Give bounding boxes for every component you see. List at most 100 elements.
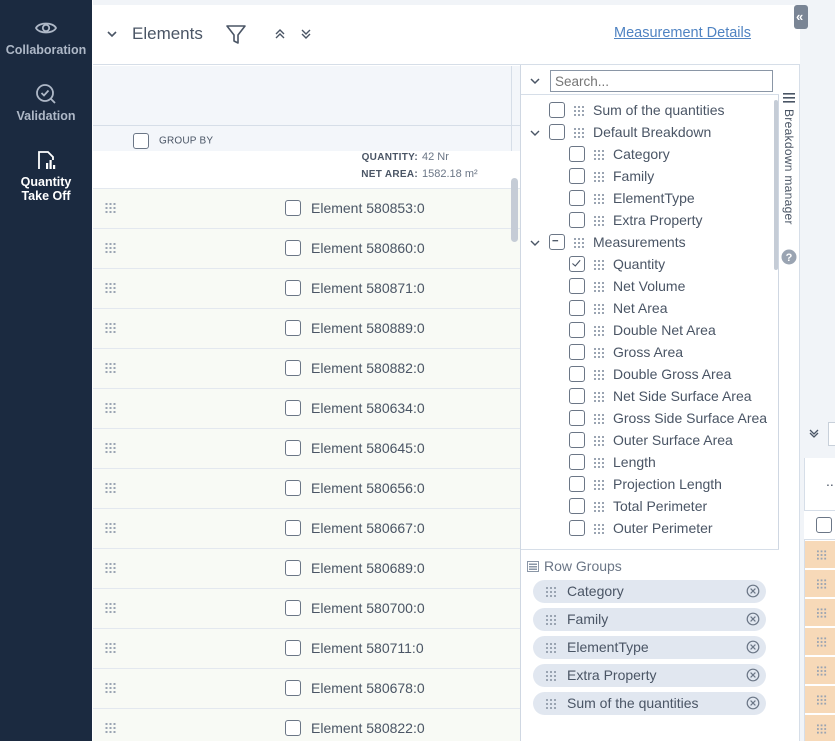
row-checkbox[interactable] — [285, 480, 301, 496]
help-icon[interactable]: ? — [781, 249, 797, 265]
tree-checkbox[interactable] — [569, 410, 585, 426]
tree-item[interactable]: Sum of the quantities — [529, 100, 777, 122]
remove-circle-icon[interactable] — [746, 696, 760, 710]
tree-item[interactable]: Gross Side Surface Area — [529, 408, 777, 430]
tree-item[interactable]: Net Side Surface Area — [529, 386, 777, 408]
drag-handle-icon[interactable] — [594, 414, 605, 424]
secondary-row[interactable] — [805, 657, 835, 685]
row-checkbox[interactable] — [285, 640, 301, 656]
tree-checkbox[interactable] — [569, 388, 585, 404]
tree-item[interactable]: Outer Perimeter — [529, 518, 777, 540]
drag-handle-icon[interactable] — [594, 480, 605, 490]
row-group-chip[interactable]: Family — [533, 608, 766, 631]
row-checkbox[interactable] — [285, 680, 301, 696]
secondary-row[interactable] — [805, 570, 835, 598]
drag-handle-icon[interactable] — [546, 671, 557, 681]
row-group-chip[interactable]: Category — [533, 580, 766, 603]
secondary-row[interactable] — [805, 599, 835, 627]
drag-handle-icon[interactable] — [594, 392, 605, 402]
tree-checkbox[interactable] — [569, 498, 585, 514]
expand-all-down-icon[interactable] — [299, 27, 313, 41]
secondary-row[interactable] — [805, 541, 835, 569]
tree-checkbox[interactable] — [569, 344, 585, 360]
measurement-details-link[interactable]: Measurement Details — [614, 25, 751, 41]
table-row[interactable]: Element 580656:0 — [93, 469, 521, 509]
drag-handle-icon[interactable] — [546, 643, 557, 653]
breakdown-manager-tab[interactable]: Breakdown manager ? — [779, 65, 800, 741]
nav-validation[interactable]: Validation — [0, 82, 92, 123]
drag-handle-icon[interactable] — [594, 304, 605, 314]
drag-handle-icon[interactable] — [594, 436, 605, 446]
tree-item[interactable]: Total Perimeter — [529, 496, 777, 518]
row-checkbox[interactable] — [285, 440, 301, 456]
tree-item[interactable]: Family — [529, 166, 777, 188]
drag-handle-icon[interactable] — [817, 724, 827, 734]
drag-handle-icon[interactable] — [105, 563, 117, 573]
drag-handle-icon[interactable] — [105, 603, 117, 613]
drag-handle-icon[interactable] — [594, 282, 605, 292]
drag-handle-icon[interactable] — [574, 128, 585, 138]
tree-item[interactable]: ElementType — [529, 188, 777, 210]
drag-handle-icon[interactable] — [594, 194, 605, 204]
table-row[interactable]: Element 580889:0 — [93, 309, 521, 349]
chevron-down-icon[interactable] — [529, 75, 541, 87]
grid-scrollbar[interactable] — [511, 178, 518, 242]
chevron-down-icon[interactable] — [105, 27, 119, 41]
row-checkbox[interactable] — [285, 600, 301, 616]
edge-button[interactable] — [828, 422, 835, 446]
tree-checkbox[interactable] — [569, 520, 585, 536]
drag-handle-icon[interactable] — [546, 587, 557, 597]
table-row[interactable]: Element 580882:0 — [93, 349, 521, 389]
collapse-panel-button[interactable]: « — [794, 5, 808, 29]
tree-checkbox[interactable] — [569, 476, 585, 492]
tree-checkbox[interactable] — [569, 256, 585, 272]
tree-checkbox[interactable] — [569, 366, 585, 382]
drag-handle-icon[interactable] — [594, 458, 605, 468]
row-group-chip[interactable]: Extra Property — [533, 664, 766, 687]
table-row[interactable]: Element 580689:0 — [93, 549, 521, 589]
drag-handle-icon[interactable] — [817, 637, 827, 647]
drag-handle-icon[interactable] — [105, 243, 117, 253]
row-checkbox[interactable] — [285, 200, 301, 216]
remove-circle-icon[interactable] — [746, 584, 760, 598]
drag-handle-icon[interactable] — [817, 666, 827, 676]
drag-handle-icon[interactable] — [594, 348, 605, 358]
tree-item[interactable]: Net Volume — [529, 276, 777, 298]
row-checkbox[interactable] — [285, 360, 301, 376]
secondary-row[interactable] — [805, 628, 835, 656]
row-checkbox[interactable] — [285, 320, 301, 336]
chevron-down-icon[interactable] — [808, 427, 820, 439]
row-group-chip[interactable]: Sum of the quantities — [533, 692, 766, 715]
tree-item[interactable]: Extra Property — [529, 210, 777, 232]
drag-handle-icon[interactable] — [574, 238, 585, 248]
tree-item[interactable]: Net Area — [529, 298, 777, 320]
tree-item[interactable]: Category — [529, 144, 777, 166]
remove-circle-icon[interactable] — [746, 612, 760, 626]
drag-handle-icon[interactable] — [105, 203, 117, 213]
table-row[interactable]: Element 580700:0 — [93, 589, 521, 629]
drag-handle-icon[interactable] — [817, 550, 827, 560]
drag-handle-icon[interactable] — [594, 370, 605, 380]
tree-item[interactable]: Outer Surface Area — [529, 430, 777, 452]
tree-item[interactable]: Default Breakdown — [529, 122, 777, 144]
more-dots[interactable]: ... — [826, 473, 835, 489]
row-checkbox[interactable] — [285, 560, 301, 576]
drag-handle-icon[interactable] — [594, 172, 605, 182]
table-row[interactable]: Element 580860:0 — [93, 229, 521, 269]
tree-checkbox[interactable] — [569, 278, 585, 294]
expand-all-up-icon[interactable] — [273, 27, 287, 41]
tree-checkbox[interactable] — [569, 168, 585, 184]
tree-scrollbar[interactable] — [774, 100, 778, 270]
remove-circle-icon[interactable] — [746, 668, 760, 682]
table-row[interactable]: Element 580853:0 — [93, 189, 521, 229]
drag-handle-icon[interactable] — [594, 502, 605, 512]
tree-checkbox[interactable] — [549, 124, 565, 140]
tree-checkbox[interactable] — [569, 454, 585, 470]
table-row[interactable]: Element 580678:0 — [93, 669, 521, 709]
drag-handle-icon[interactable] — [105, 403, 117, 413]
drag-handle-icon[interactable] — [574, 106, 585, 116]
tree-checkbox[interactable] — [569, 322, 585, 338]
chevron-down-icon[interactable] — [529, 127, 541, 139]
nav-collaboration[interactable]: Collaboration — [0, 16, 92, 57]
tree-item[interactable]: Measurements — [529, 232, 777, 254]
